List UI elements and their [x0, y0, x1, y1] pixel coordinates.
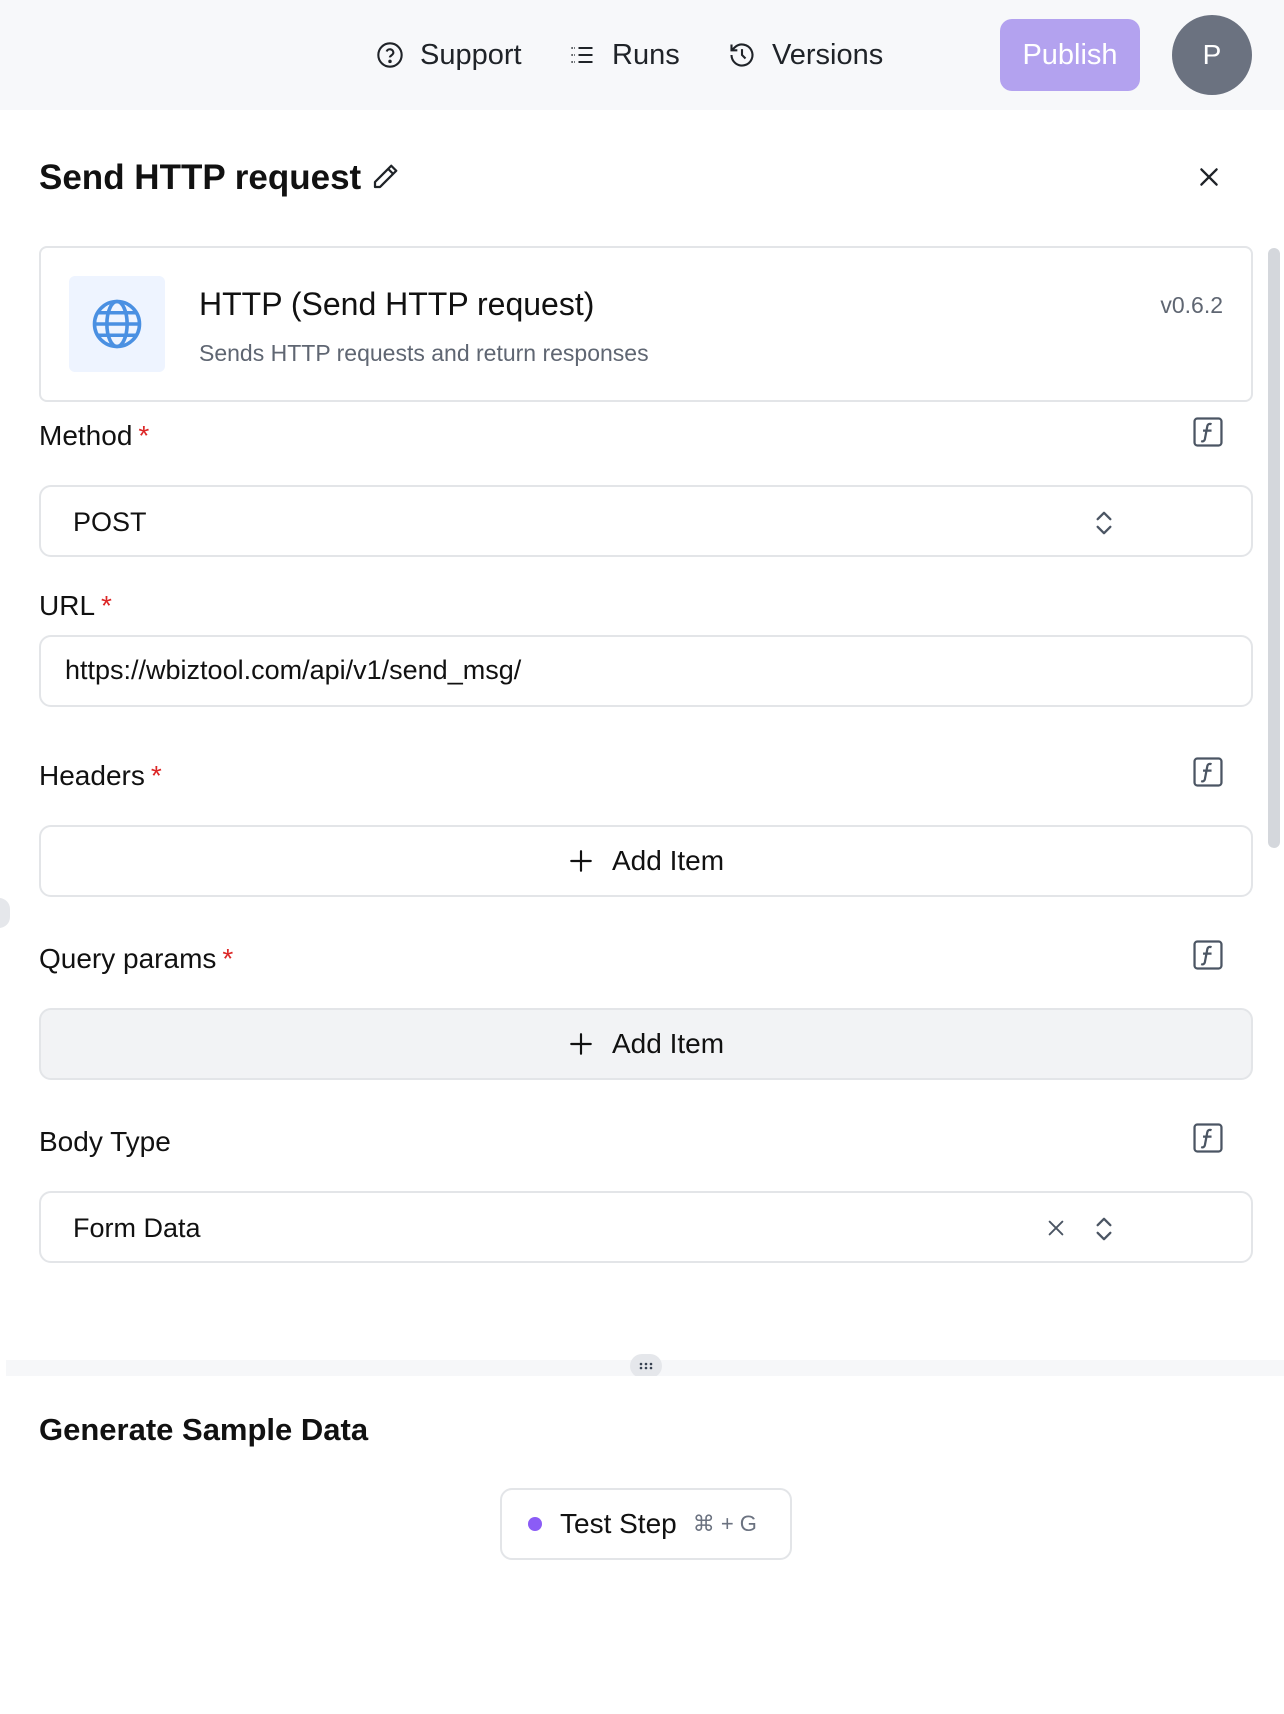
dynamic-value-toggle-icon[interactable] [1191, 1121, 1225, 1155]
piece-logo [69, 276, 165, 372]
url-field[interactable]: https://wbiztool.com/api/v1/send_msg/ [39, 635, 1253, 707]
test-step-label: Test Step [560, 1508, 677, 1539]
plus-icon [570, 1033, 592, 1055]
panel-title: Send HTTP request [39, 158, 362, 197]
sample-data-panel: Generate Sample Data Test Step ⌘ + G [6, 1376, 1284, 1714]
support-label: Support [420, 38, 522, 71]
splitter-grip-icon[interactable] [630, 1354, 662, 1378]
pencil-icon[interactable] [370, 162, 400, 192]
headers-label-text: Headers [39, 760, 145, 791]
url-label-text: URL [39, 590, 96, 621]
headers-add-item-button[interactable]: Add Item [39, 825, 1253, 897]
body-type-value: Form Data [73, 1213, 201, 1243]
query-params-add-item-button[interactable]: Add Item [39, 1008, 1253, 1080]
add-item-label: Add Item [611, 845, 725, 876]
required-mark: * [138, 420, 150, 451]
runs-label: Runs [612, 38, 680, 71]
versions-link[interactable]: Versions [728, 30, 883, 80]
add-item-label: Add Item [611, 1028, 725, 1059]
method-select[interactable]: POST [39, 485, 1253, 557]
headers-label: Headers * [39, 760, 162, 792]
sample-data-title: Generate Sample Data [39, 1412, 369, 1447]
panel-scrollbar[interactable] [1268, 248, 1280, 848]
method-label-text: Method [39, 420, 133, 451]
required-mark: * [150, 760, 162, 791]
chevron-up-down-icon [1096, 511, 1112, 535]
clear-icon[interactable] [1045, 1217, 1067, 1239]
close-icon[interactable] [1196, 164, 1222, 190]
query-params-label: Query params * [39, 943, 233, 975]
body-type-select[interactable]: Form Data [39, 1191, 1253, 1263]
step-settings-panel: Send HTTP request HTTP (Send HTTP reques… [6, 110, 1284, 1360]
list-icon [571, 46, 593, 64]
test-step-button[interactable]: Test Step ⌘ + G [500, 1488, 792, 1560]
query-params-label-text: Query params [39, 943, 217, 974]
piece-version: v0.6.2 [1160, 292, 1223, 318]
piece-description: Sends HTTP requests and return responses [199, 340, 649, 366]
dynamic-value-toggle-icon[interactable] [1191, 415, 1225, 449]
url-value: https://wbiztool.com/api/v1/send_msg/ [65, 655, 522, 685]
versions-label: Versions [772, 38, 884, 71]
support-link[interactable]: Support [376, 30, 522, 80]
dynamic-value-toggle-icon[interactable] [1191, 938, 1225, 972]
status-dot-icon [528, 1517, 542, 1531]
keyboard-shortcut: ⌘ + G [692, 1511, 757, 1536]
top-bar: Support Runs Versions Publish P [0, 0, 1284, 110]
chevron-up-down-icon [1096, 1217, 1112, 1241]
avatar[interactable]: P [1172, 15, 1252, 95]
publish-button[interactable]: Publish [1000, 19, 1140, 91]
url-label: URL * [39, 590, 112, 622]
required-mark: * [222, 943, 234, 974]
required-mark: * [101, 590, 112, 621]
piece-name: HTTP (Send HTTP request) [199, 286, 595, 322]
help-circle-icon [377, 42, 403, 68]
body-type-label: Body Type [39, 1126, 171, 1157]
globe-icon [92, 299, 142, 349]
method-label: Method * [39, 420, 149, 452]
plus-icon [570, 850, 592, 872]
piece-info-card: HTTP (Send HTTP request) Sends HTTP requ… [39, 246, 1253, 402]
method-value: POST [73, 507, 147, 537]
dynamic-value-toggle-icon[interactable] [1191, 755, 1225, 789]
runs-link[interactable]: Runs [568, 30, 680, 80]
history-icon [730, 43, 754, 67]
